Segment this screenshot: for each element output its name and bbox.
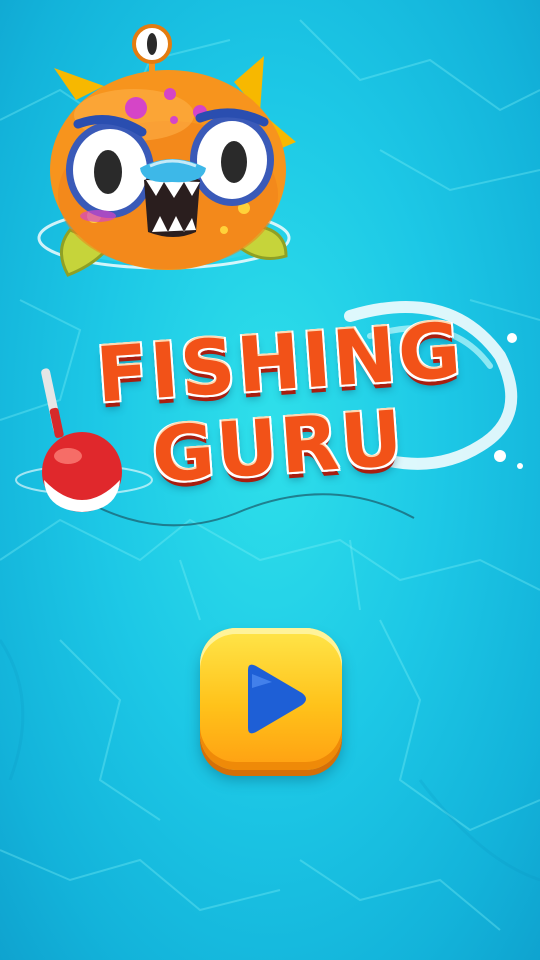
pufferfish-character	[37, 24, 296, 277]
title-screen: FISHING GURU	[0, 0, 540, 960]
play-icon	[248, 664, 306, 734]
game-title-line-2: GURU	[149, 393, 408, 500]
play-button[interactable]	[200, 628, 342, 770]
